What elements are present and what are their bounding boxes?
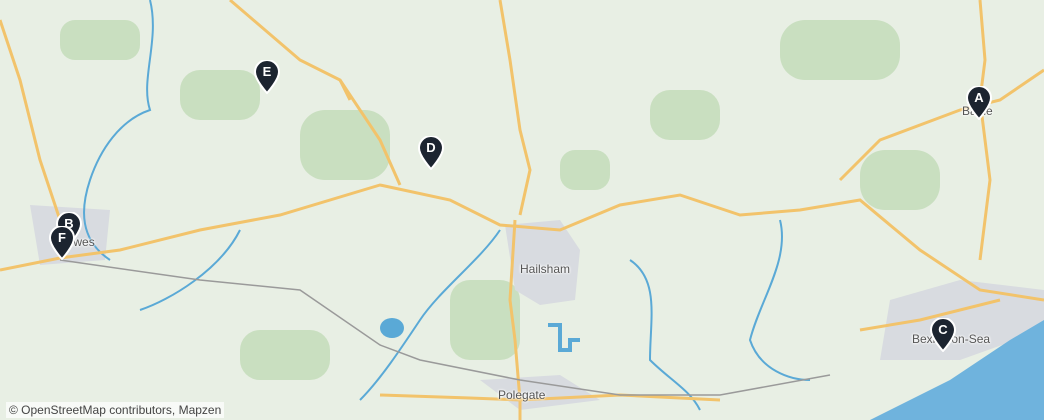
marker-label: E — [262, 64, 272, 79]
map-view[interactable]: Hailsham Polegate Bexhill-on-Sea Lewes B… — [0, 0, 1044, 420]
map-marker-a[interactable]: A — [966, 86, 992, 120]
place-label-hailsham: Hailsham — [520, 262, 571, 276]
map-attribution: © OpenStreetMap contributors, Mapzen — [6, 402, 225, 418]
marker-label: C — [938, 322, 948, 337]
map-marker-d[interactable]: D — [418, 136, 444, 170]
map-marker-c[interactable]: C — [930, 318, 956, 352]
marker-label: F — [58, 230, 66, 245]
map-marker-f[interactable]: F — [49, 226, 75, 260]
marker-label: D — [426, 140, 436, 155]
marker-label: A — [974, 90, 984, 105]
place-label-polegate: Polegate — [498, 388, 546, 402]
map-marker-e[interactable]: E — [254, 60, 280, 94]
map-tiles — [0, 0, 1044, 420]
